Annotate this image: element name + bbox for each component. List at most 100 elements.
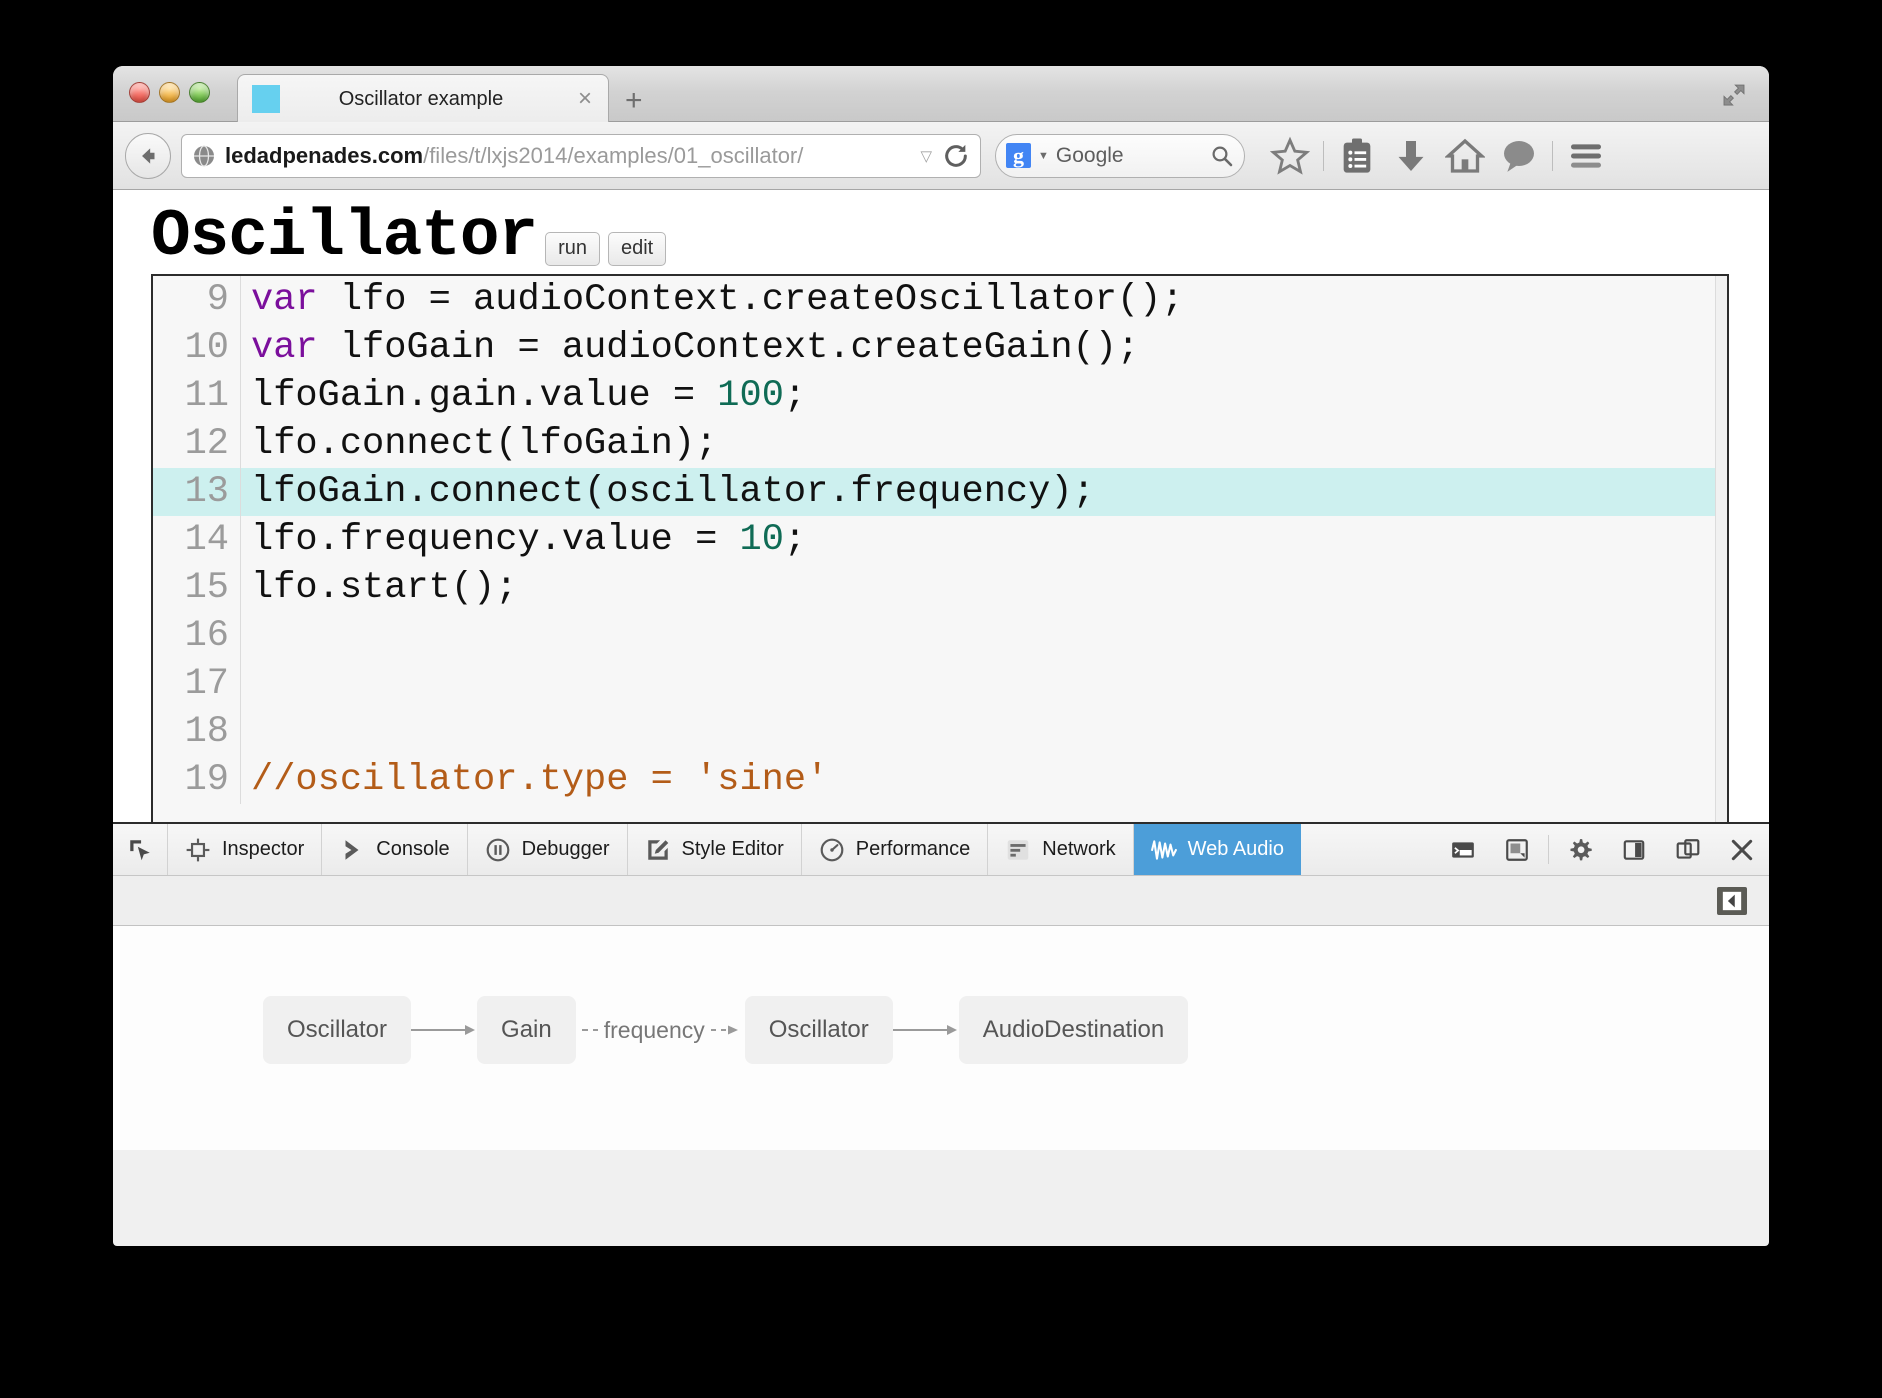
param-edge: frequency xyxy=(576,1017,745,1044)
tab-label: Performance xyxy=(855,838,971,860)
new-tab-button[interactable]: + xyxy=(625,86,643,116)
reload-icon[interactable] xyxy=(942,142,970,170)
console-icon xyxy=(339,837,365,863)
url-host: ledadpenades.com xyxy=(225,142,424,168)
code-line[interactable]: 19//oscillator.type = 'sine' xyxy=(153,756,1727,804)
code-line[interactable]: 13 lfoGain.connect(oscillator.frequency); xyxy=(153,468,1727,516)
param-edge-label: frequency xyxy=(603,1016,705,1043)
code-token: lfoGain.gain.value = xyxy=(251,375,718,417)
code-line-text: var lfo = audioContext.createOscillator(… xyxy=(241,279,1184,321)
devtools-right-buttons xyxy=(1436,824,1769,875)
audio-node[interactable]: AudioDestination xyxy=(958,996,1189,1064)
close-devtools-icon[interactable] xyxy=(1715,824,1769,875)
audio-node[interactable]: Oscillator xyxy=(744,996,893,1064)
audio-node-label: Oscillator xyxy=(287,1016,388,1043)
search-icon[interactable] xyxy=(1210,144,1234,168)
navigation-toolbar: ledadpenades.com/files/t/lxjs2014/exampl… xyxy=(113,122,1769,190)
minimize-window-button[interactable] xyxy=(159,82,180,103)
expand-arrows-icon[interactable] xyxy=(1719,80,1749,110)
tab-inspector[interactable]: Inspector xyxy=(168,824,323,875)
tab-web-audio[interactable]: Web Audio xyxy=(1133,824,1301,875)
tab-style-editor[interactable]: Style Editor xyxy=(628,824,802,875)
code-line[interactable]: 9 var lfo = audioContext.createOscillator… xyxy=(153,276,1727,324)
tab-label: Inspector xyxy=(222,838,305,860)
web-audio-icon xyxy=(1150,837,1177,863)
code-line[interactable]: 11 lfoGain.gain.value = 100; xyxy=(153,372,1727,420)
devtools-panel: Inspector Console Debugger Style Editor Perf… xyxy=(113,822,1769,1150)
line-number: 11 xyxy=(153,372,241,420)
zoom-window-button[interactable] xyxy=(189,82,210,103)
home-icon[interactable] xyxy=(1445,136,1485,176)
url-path: /files/t/lxjs2014/examples/01_oscillator… xyxy=(423,142,804,168)
traffic-lights xyxy=(129,82,210,103)
devtools-subtoolbar xyxy=(113,876,1769,926)
code-token: var xyxy=(251,279,318,321)
close-tab-icon[interactable]: × xyxy=(568,87,602,111)
editor-scrollbar[interactable] xyxy=(1715,276,1727,822)
code-editor-lines: 9 var lfo = audioContext.createOscillator… xyxy=(153,276,1727,804)
line-number: 9 xyxy=(153,276,241,324)
split-console-icon[interactable] xyxy=(1436,824,1490,875)
code-token: //oscillator.type = 'sine' xyxy=(251,759,829,801)
tab-console[interactable]: Console xyxy=(322,824,468,875)
code-line[interactable]: 18 xyxy=(153,708,1727,756)
code-line-text: var lfoGain = audioContext.createGain(); xyxy=(241,327,1139,369)
code-line-text: lfo.connect(lfoGain); xyxy=(241,423,717,465)
code-line[interactable]: 17 xyxy=(153,660,1727,708)
search-engine-dropdown-icon[interactable]: ▼ xyxy=(1038,150,1049,162)
run-button[interactable]: run xyxy=(545,232,600,266)
dock-window-icon[interactable] xyxy=(1661,824,1715,875)
search-input[interactable]: Google xyxy=(1056,144,1210,168)
devtools-divider xyxy=(1548,835,1549,864)
tab-label: Style Editor xyxy=(681,838,784,860)
sidebar-expand-icon[interactable] xyxy=(1717,886,1747,915)
performance-icon xyxy=(819,837,845,863)
code-editor[interactable]: 9 var lfo = audioContext.createOscillator… xyxy=(151,274,1729,822)
url-bar[interactable]: ledadpenades.com/files/t/lxjs2014/exampl… xyxy=(181,133,981,178)
code-line[interactable]: 10 var lfoGain = audioContext.createGain(… xyxy=(153,324,1727,372)
responsive-design-icon[interactable] xyxy=(1490,824,1544,875)
google-badge-icon[interactable]: g xyxy=(1006,143,1031,168)
hamburger-menu-icon[interactable] xyxy=(1566,136,1606,176)
line-number: 18 xyxy=(153,708,241,756)
tab-performance[interactable]: Performance xyxy=(802,824,989,875)
audio-node[interactable]: Gain xyxy=(477,996,576,1064)
back-arrow-icon[interactable] xyxy=(125,132,171,179)
code-line[interactable]: 12 lfo.connect(lfoGain); xyxy=(153,420,1727,468)
dock-side-icon[interactable] xyxy=(1607,824,1661,875)
audio-node-label: AudioDestination xyxy=(982,1016,1165,1043)
code-line-text: //oscillator.type = 'sine' xyxy=(241,759,828,801)
dashed-line-left xyxy=(581,1029,598,1031)
tab-label: Console xyxy=(376,838,450,860)
code-line[interactable]: 15 lfo.start(); xyxy=(153,564,1727,612)
window-titlebar: Oscillator example × + xyxy=(113,66,1769,123)
browser-tab[interactable]: Oscillator example × xyxy=(237,74,609,123)
audio-node[interactable]: Oscillator xyxy=(263,996,412,1064)
tab-label: Web Audio xyxy=(1187,838,1284,860)
settings-gear-icon[interactable] xyxy=(1553,824,1607,875)
downloads-icon[interactable] xyxy=(1391,136,1431,176)
code-token: var xyxy=(251,327,318,369)
element-picker-icon[interactable] xyxy=(113,824,168,875)
tab-title: Oscillator example xyxy=(338,87,504,110)
code-line[interactable]: 16 xyxy=(153,612,1727,660)
line-number: 13 xyxy=(153,468,241,516)
code-line[interactable]: 14 lfo.frequency.value = 10; xyxy=(153,516,1727,564)
page-title: Oscillator xyxy=(151,199,538,274)
edit-button[interactable]: edit xyxy=(607,232,667,266)
toolbar-divider-2 xyxy=(1552,140,1553,171)
audio-node-label: Gain xyxy=(501,1016,552,1043)
search-bar[interactable]: g ▼ Google xyxy=(995,133,1245,178)
tab-network[interactable]: Network xyxy=(988,824,1134,875)
close-window-button[interactable] xyxy=(129,82,150,103)
line-number: 14 xyxy=(153,516,241,564)
tab-label: Network xyxy=(1042,838,1116,860)
url-text: ledadpenades.com/files/t/lxjs2014/exampl… xyxy=(225,143,910,169)
chat-icon[interactable] xyxy=(1499,136,1539,176)
code-token: lfoGain = audioContext.createGain(); xyxy=(317,327,1140,369)
tab-debugger[interactable]: Debugger xyxy=(468,824,628,875)
url-dropdown-icon[interactable]: ▽ xyxy=(920,147,932,165)
bookmark-star-icon[interactable] xyxy=(1270,136,1310,176)
audio-node-label: Oscillator xyxy=(768,1016,869,1043)
reading-list-icon[interactable] xyxy=(1337,136,1377,176)
